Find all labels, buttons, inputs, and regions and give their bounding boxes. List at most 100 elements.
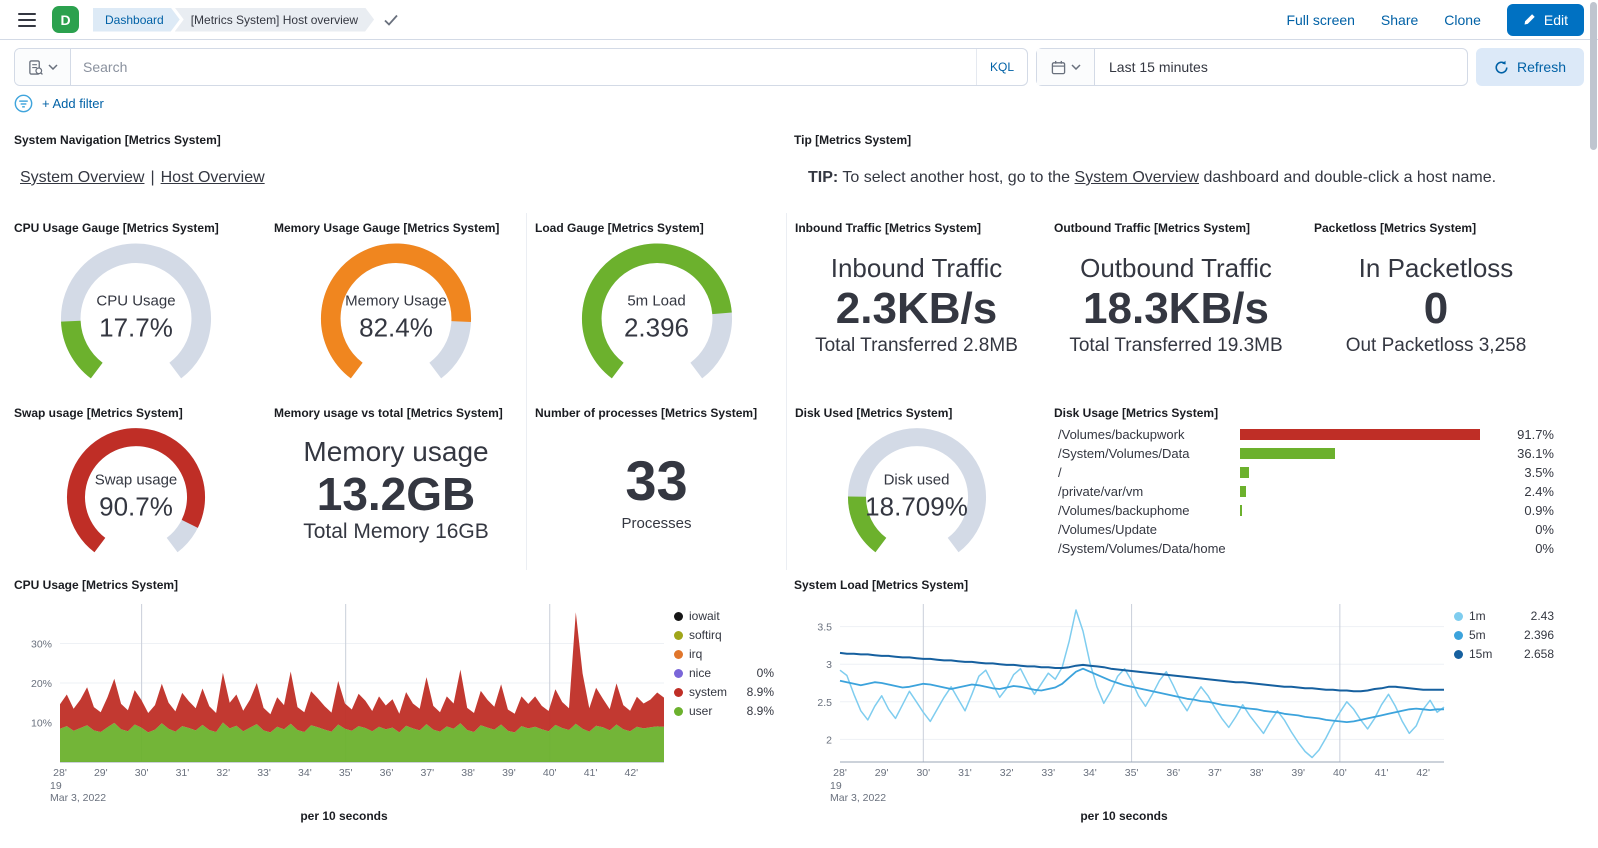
- legend-item-15m[interactable]: 15m2.658: [1454, 648, 1554, 660]
- panel-cpu-usage-chart: CPU Usage [Metrics System] 10%20%30%28'2…: [6, 570, 786, 838]
- panel-title[interactable]: Packetloss [Metrics System]: [1314, 221, 1558, 235]
- filter-icon[interactable]: [14, 94, 33, 113]
- legend-item-iowait[interactable]: iowait: [674, 610, 774, 622]
- disk-path-label: /private/var/vm: [1058, 484, 1240, 499]
- svg-text:33': 33': [257, 767, 271, 779]
- system-load-line-chart[interactable]: 22.533.528'29'30'31'32'33'34'35'36'37'38…: [794, 594, 1454, 809]
- panel-memory-usage-gauge: Memory Usage Gauge [Metrics System] Memo…: [266, 213, 526, 398]
- svg-text:29': 29': [94, 767, 108, 779]
- legend-item-nice[interactable]: nice0%: [674, 667, 774, 679]
- kql-language-button[interactable]: KQL: [976, 49, 1027, 85]
- legend-dot: [674, 650, 683, 659]
- panel-title[interactable]: System Load [Metrics System]: [794, 578, 1558, 592]
- metric-value: 0: [1424, 284, 1448, 335]
- add-filter-button[interactable]: + Add filter: [42, 96, 104, 111]
- legend-label: system: [689, 685, 727, 699]
- saved-query-icon: [28, 60, 43, 75]
- host-overview-link[interactable]: Host Overview: [161, 169, 265, 186]
- panel-title[interactable]: Disk Usage [Metrics System]: [1054, 406, 1558, 420]
- gauge-label: Disk used: [795, 472, 1038, 489]
- disk-path-label: /: [1058, 465, 1240, 480]
- legend-item-irq[interactable]: irq: [674, 648, 774, 660]
- metric-subtitle: Total Transferred 2.8MB: [815, 335, 1018, 357]
- processes-metric: 33 Processes: [535, 422, 778, 558]
- svg-text:40': 40': [543, 767, 557, 779]
- legend-label: user: [689, 704, 712, 718]
- svg-text:41': 41': [1375, 767, 1389, 779]
- svg-text:31': 31': [958, 767, 972, 779]
- svg-text:28': 28': [833, 767, 847, 779]
- legend-item-1m[interactable]: 1m2.43: [1454, 610, 1554, 622]
- svg-text:19: 19: [50, 780, 62, 792]
- panel-title[interactable]: System Navigation [Metrics System]: [14, 133, 778, 147]
- panel-title[interactable]: Load Gauge [Metrics System]: [535, 221, 778, 235]
- svg-text:36': 36': [380, 767, 394, 779]
- saved-check-icon: [384, 14, 398, 26]
- query-bar: KQL Last 15 minutes Refresh: [0, 40, 1598, 92]
- scrollbar-thumb[interactable]: [1590, 2, 1597, 150]
- edit-button[interactable]: Edit: [1507, 4, 1584, 36]
- panel-title[interactable]: CPU Usage Gauge [Metrics System]: [14, 221, 258, 235]
- menu-toggle-button[interactable]: [14, 8, 40, 32]
- metric-heading: Outbound Traffic: [1080, 253, 1272, 284]
- breadcrumb-dashboard[interactable]: Dashboard: [93, 8, 180, 32]
- tip-text: TIP: To select another host, go to the S…: [794, 169, 1558, 187]
- panel-number-of-processes: Number of processes [Metrics System] 33 …: [526, 398, 786, 570]
- legend-item-softirq[interactable]: softirq: [674, 629, 774, 641]
- x-axis-caption: per 10 seconds: [14, 809, 674, 823]
- full-screen-button[interactable]: Full screen: [1286, 12, 1354, 28]
- legend-item-system[interactable]: system8.9%: [674, 686, 774, 698]
- time-range-display[interactable]: Last 15 minutes: [1095, 49, 1222, 85]
- legend-dot: [674, 707, 683, 716]
- panel-title[interactable]: Memory Usage Gauge [Metrics System]: [274, 221, 518, 235]
- saved-query-menu-button[interactable]: [15, 49, 71, 85]
- svg-text:30': 30': [135, 767, 149, 779]
- disk-usage-row: /Volumes/Update0%: [1058, 523, 1554, 536]
- svg-text:Mar 3, 2022: Mar 3, 2022: [50, 792, 106, 804]
- panel-title[interactable]: Inbound Traffic [Metrics System]: [795, 221, 1038, 235]
- tip-system-overview-link[interactable]: System Overview: [1075, 169, 1199, 186]
- panel-title[interactable]: Tip [Metrics System]: [794, 133, 1558, 147]
- disk-usage-row: /System/Volumes/Data/home0%: [1058, 542, 1554, 555]
- legend-value: 2.658: [1524, 647, 1554, 661]
- legend-item-user[interactable]: user 8.9%: [674, 705, 774, 717]
- cpu-chart-legend: iowait softirq irq nice0% system8.9% user 8.9%: [674, 594, 774, 809]
- vertical-scrollbar[interactable]: [1589, 0, 1597, 848]
- hamburger-icon: [18, 12, 36, 28]
- disk-percent-label: 0.9%: [1502, 503, 1554, 518]
- clone-button[interactable]: Clone: [1444, 12, 1481, 28]
- top-navigation-bar: D Dashboard [Metrics System] Host overvi…: [0, 0, 1598, 40]
- panel-title[interactable]: Number of processes [Metrics System]: [535, 406, 778, 420]
- legend-label: nice: [689, 666, 711, 680]
- system-overview-link[interactable]: System Overview: [20, 169, 144, 186]
- panel-title[interactable]: Memory usage vs total [Metrics System]: [274, 406, 518, 420]
- panel-title[interactable]: Outbound Traffic [Metrics System]: [1054, 221, 1298, 235]
- date-picker-menu-button[interactable]: [1037, 49, 1095, 85]
- panel-title[interactable]: Swap usage [Metrics System]: [14, 406, 258, 420]
- legend-dot: [674, 669, 683, 678]
- disk-bar-track: [1240, 467, 1502, 478]
- pencil-icon: [1523, 13, 1536, 26]
- search-input[interactable]: [71, 49, 976, 85]
- svg-text:31': 31': [176, 767, 190, 779]
- disk-percent-label: 0%: [1502, 541, 1554, 556]
- legend-value: 8.9%: [747, 704, 774, 718]
- svg-text:32': 32': [216, 767, 230, 779]
- panel-title[interactable]: CPU Usage [Metrics System]: [14, 578, 778, 592]
- svg-text:37': 37': [1208, 767, 1222, 779]
- space-avatar[interactable]: D: [52, 6, 79, 33]
- svg-text:32': 32': [1000, 767, 1014, 779]
- metric-value: 33: [625, 448, 687, 513]
- legend-item-5m[interactable]: 5m2.396: [1454, 629, 1554, 641]
- panel-title[interactable]: Disk Used [Metrics System]: [795, 406, 1038, 420]
- gauge-label: Memory Usage: [274, 293, 518, 310]
- legend-label: 5m: [1469, 628, 1486, 642]
- panel-outbound-traffic: Outbound Traffic [Metrics System] Outbou…: [1046, 213, 1306, 398]
- disk-path-label: /System/Volumes/Data: [1058, 446, 1240, 461]
- disk-usage-row: /3.5%: [1058, 466, 1554, 479]
- share-button[interactable]: Share: [1381, 12, 1418, 28]
- legend-dot: [674, 631, 683, 640]
- metric-heading: In Packetloss: [1359, 253, 1514, 284]
- refresh-button[interactable]: Refresh: [1476, 48, 1584, 86]
- cpu-usage-area-chart[interactable]: 10%20%30%28'29'30'31'32'33'34'35'36'37'3…: [14, 594, 674, 809]
